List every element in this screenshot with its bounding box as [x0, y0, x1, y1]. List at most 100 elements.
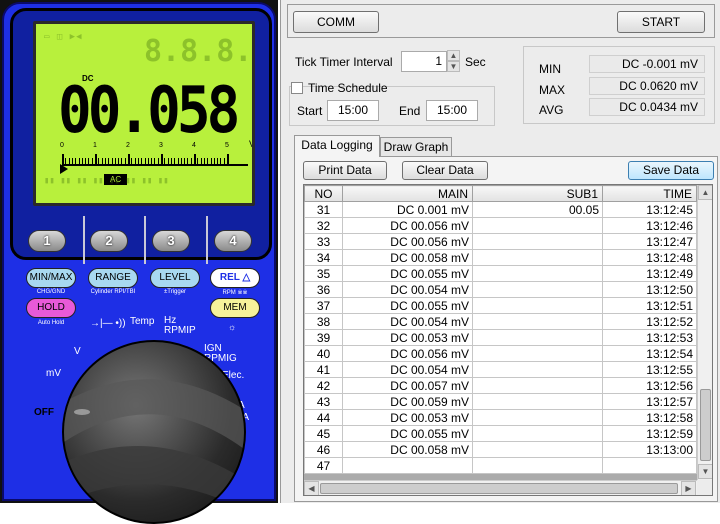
minmax-button[interactable]: MIN/MAX — [26, 268, 76, 288]
scale-tick — [71, 158, 73, 164]
cell-sub1 — [472, 361, 603, 378]
rel-sublabel: RPM ※※ — [222, 290, 248, 296]
time-schedule-checkbox[interactable] — [291, 82, 303, 94]
table-row[interactable]: 46 DC 00.058 mV 13:13:00 — [304, 441, 697, 458]
cell-sub1 — [472, 265, 603, 282]
column-header-time[interactable]: TIME — [602, 185, 697, 202]
backlight-icon: ☼ — [228, 322, 237, 332]
rel-button[interactable]: REL △ — [210, 268, 260, 288]
tick-timer-input[interactable]: 1 — [401, 51, 447, 72]
cell-main: DC 00.054 mV — [342, 281, 473, 298]
data-log-grid[interactable]: NO MAIN SUB1 TIME 31 DC 0.001 mV 00.05 13:1… — [303, 184, 713, 496]
tab-draw-graph[interactable]: Draw Graph — [380, 137, 452, 157]
table-row[interactable]: 47 — [304, 457, 697, 474]
column-header-sub1[interactable]: SUB1 — [472, 185, 603, 202]
scale-label: 5 — [225, 142, 229, 149]
scale-tick — [131, 158, 133, 164]
cell-time: 13:12:55 — [602, 361, 697, 378]
column-header-main[interactable]: MAIN — [342, 185, 473, 202]
meter-button-4[interactable]: 4 — [214, 230, 252, 252]
scroll-down-icon[interactable]: ▼ — [698, 464, 712, 479]
vertical-scrollbar[interactable]: ▲ ▼ — [697, 185, 712, 495]
cell-sub1 — [472, 281, 603, 298]
end-time-input[interactable]: 15:00 — [426, 100, 478, 121]
horizontal-scroll-thumb[interactable] — [320, 483, 678, 494]
table-row[interactable]: 31 DC 0.001 mV 00.05 13:12:45 — [304, 201, 697, 218]
scale-tick — [81, 158, 83, 164]
cell-main: DC 00.059 mV — [342, 393, 473, 410]
lcd-main-reading: 00.058 — [58, 73, 240, 148]
start-label: Start — [297, 104, 323, 118]
scale-tick — [101, 158, 103, 164]
table-row[interactable]: 34 DC 00.058 mV 13:12:48 — [304, 249, 697, 266]
table-row[interactable]: 33 DC 00.056 mV 13:12:47 — [304, 233, 697, 250]
cell-time: 13:12:56 — [602, 377, 697, 394]
max-label: MAX — [539, 83, 566, 97]
scale-tick — [78, 158, 80, 164]
hold-button[interactable]: HOLD — [26, 298, 76, 318]
scale-tick — [62, 154, 64, 164]
min-value: DC -0.001 mV — [589, 55, 705, 73]
scale-tick — [85, 158, 87, 164]
clear-data-button[interactable]: Clear Data — [402, 161, 488, 180]
rotary-dial[interactable] — [62, 340, 246, 524]
scale-tick — [121, 158, 123, 164]
meter-button-1[interactable]: 1 — [28, 230, 66, 252]
meter-button-2[interactable]: 2 — [90, 230, 128, 252]
table-row[interactable]: 38 DC 00.054 mV 13:12:52 — [304, 313, 697, 330]
level-button[interactable]: LEVEL — [150, 268, 200, 288]
scale-label: 4 — [192, 142, 196, 149]
scroll-left-icon[interactable]: ◀ — [304, 481, 319, 495]
cell-no: 42 — [304, 377, 343, 394]
cell-no: 31 — [304, 201, 343, 218]
table-row[interactable]: 39 DC 00.053 mV 13:12:53 — [304, 329, 697, 346]
table-row[interactable]: 35 DC 00.055 mV 13:12:49 — [304, 265, 697, 282]
horizontal-scrollbar[interactable]: ◀ ▶ — [304, 480, 697, 495]
cell-time: 13:12:57 — [602, 393, 697, 410]
table-row[interactable]: 42 DC 00.057 mV 13:12:56 — [304, 377, 697, 394]
spin-up-icon[interactable]: ▲ — [447, 50, 460, 61]
scroll-right-icon[interactable]: ▶ — [681, 481, 696, 495]
tab-data-logging[interactable]: Data Logging — [294, 135, 380, 157]
table-row[interactable]: 36 DC 00.054 mV 13:12:50 — [304, 281, 697, 298]
scroll-up-icon[interactable]: ▲ — [698, 185, 712, 200]
lcd-ghost-digits: 8.8.8.8 — [144, 34, 253, 69]
scale-tick — [207, 158, 209, 164]
scale-label: 1 — [93, 142, 97, 149]
cell-sub1 — [472, 249, 603, 266]
cell-time — [602, 457, 697, 474]
range-sublabel: Cylinder RPI/TBI — [90, 289, 136, 295]
save-data-button[interactable]: Save Data — [628, 161, 714, 180]
cell-sub1 — [472, 393, 603, 410]
scale-tick — [98, 158, 100, 164]
cell-no: 44 — [304, 409, 343, 426]
column-header-no[interactable]: NO — [304, 185, 343, 202]
scale-tick — [114, 158, 116, 164]
spin-down-icon[interactable]: ▼ — [447, 61, 460, 72]
scale-tick — [197, 158, 199, 164]
print-data-button[interactable]: Print Data — [303, 161, 387, 180]
start-button[interactable]: START — [617, 11, 705, 33]
cell-sub1 — [472, 297, 603, 314]
cell-sub1 — [472, 313, 603, 330]
table-row[interactable]: 40 DC 00.056 mV 13:12:54 — [304, 345, 697, 362]
vertical-scroll-thumb[interactable] — [700, 389, 711, 461]
table-row[interactable]: 41 DC 00.054 mV 13:12:55 — [304, 361, 697, 378]
mem-button[interactable]: MEM — [210, 298, 260, 318]
meter-button-3[interactable]: 3 — [152, 230, 190, 252]
range-button[interactable]: RANGE — [88, 268, 138, 288]
cell-no: 35 — [304, 265, 343, 282]
table-row[interactable]: 44 DC 00.053 mV 13:12:58 — [304, 409, 697, 426]
cell-time: 13:12:59 — [602, 425, 697, 442]
table-row[interactable]: 45 DC 00.055 mV 13:12:59 — [304, 425, 697, 442]
lcd-ghost-bottom: ▮▮ ▮▮ ▮▮ ▮▮ ▮▮ ▮▮ ▮▮ ▮▮ — [44, 176, 169, 186]
start-time-input[interactable]: 15:00 — [327, 100, 379, 121]
table-row[interactable]: 32 DC 00.056 mV 13:12:46 — [304, 217, 697, 234]
cell-no: 41 — [304, 361, 343, 378]
button-divider — [206, 216, 208, 264]
cell-sub1: 00.05 — [472, 201, 603, 218]
comm-button[interactable]: COMM — [293, 11, 379, 33]
table-row[interactable]: 43 DC 00.059 mV 13:12:57 — [304, 393, 697, 410]
table-row[interactable]: 37 DC 00.055 mV 13:12:51 — [304, 297, 697, 314]
dial-label-temp: Temp — [130, 316, 155, 327]
